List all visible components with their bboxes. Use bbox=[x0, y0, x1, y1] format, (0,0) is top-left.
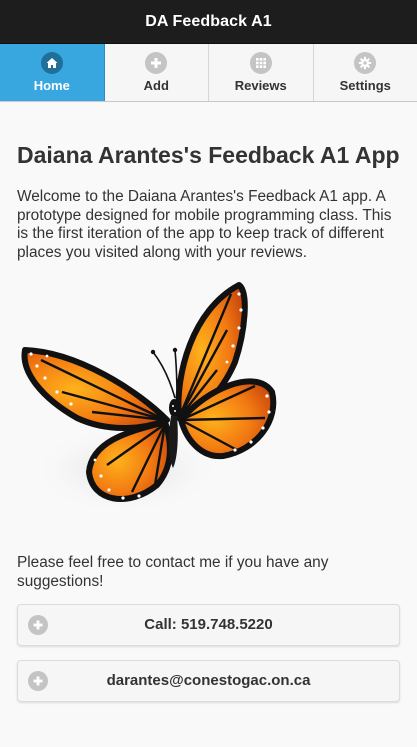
call-button[interactable]: Call: 519.748.5220 bbox=[17, 603, 400, 646]
butterfly-image bbox=[17, 280, 400, 530]
call-button-label: Call: 519.748.5220 bbox=[144, 616, 273, 634]
grid-icon bbox=[249, 52, 272, 74]
tab-reviews[interactable]: Reviews bbox=[209, 44, 314, 101]
plus-icon bbox=[28, 670, 48, 691]
app-page: DA Feedback A1 Home Add Reviews Settings… bbox=[0, 0, 417, 747]
tab-add[interactable]: Add bbox=[104, 44, 209, 101]
tab-add-label: Add bbox=[143, 78, 169, 93]
main-content: Daiana Arantes's Feedback A1 App Welcome… bbox=[0, 140, 417, 702]
contact-text: Please feel free to contact me if you ha… bbox=[17, 554, 329, 590]
app-header: DA Feedback A1 bbox=[0, 0, 417, 44]
page-title: Daiana Arantes's Feedback A1 App bbox=[17, 142, 400, 168]
intro-text: Welcome to the Daiana Arantes's Feedback… bbox=[17, 188, 392, 261]
butterfly-illustration bbox=[21, 282, 277, 516]
plus-icon bbox=[145, 52, 168, 74]
tab-settings-label: Settings bbox=[339, 78, 391, 93]
tab-home[interactable]: Home bbox=[0, 44, 105, 101]
plus-icon bbox=[28, 614, 48, 635]
app-title: DA Feedback A1 bbox=[145, 12, 272, 30]
tab-home-label: Home bbox=[33, 78, 70, 93]
gear-icon bbox=[354, 52, 377, 74]
navbar: Home Add Reviews Settings bbox=[0, 44, 417, 102]
home-icon bbox=[40, 52, 63, 74]
tab-settings[interactable]: Settings bbox=[313, 44, 417, 101]
tab-reviews-label: Reviews bbox=[234, 78, 287, 93]
email-button[interactable]: darantes@conestogac.on.ca bbox=[17, 659, 400, 702]
email-button-label: darantes@conestogac.on.ca bbox=[106, 672, 311, 690]
